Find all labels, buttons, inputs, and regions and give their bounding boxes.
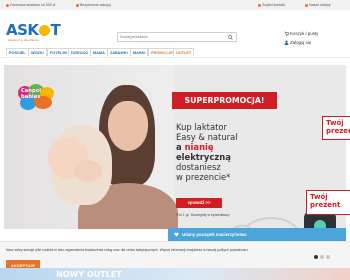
gift-tag: Twój prezent [306,190,350,215]
superpromo-badge: SUPERPROMOCJA! [172,92,277,109]
carousel-dot[interactable] [320,255,324,259]
carousel-dot[interactable] [326,255,330,259]
promo-headline: Kup laktator Easy & natural a nianię ele… [176,122,238,182]
mother-face [108,101,148,151]
main-nav: POŚCIEL WÓZKI FOTELIKI DZIECKO MAMA ZABA… [0,44,350,58]
carousel-dots [314,246,332,264]
next-banner-peek[interactable]: NOWY OUTLET [0,268,350,280]
site-header: ASKT bezpieczny dla dziecka Koszyk / pus… [0,10,350,46]
baby-hand [74,160,102,182]
nav-item-outlet[interactable]: OUTLET [173,48,195,56]
cookie-message: Nasz sklep stosuje pliki cookies w celu … [6,248,249,252]
nav-item-mama[interactable]: MAMA [90,48,108,56]
search-icon [228,34,233,40]
search-input[interactable] [120,33,220,41]
nav-item-wozki[interactable]: WÓZKI [28,48,47,56]
truck-icon [6,3,9,7]
cart-icon [284,32,290,37]
check-offer-button[interactable]: sprawdź >> [176,198,222,208]
top-info-bar: Darmowa dostawa od 300 zł Bezpieczne zak… [0,0,350,10]
nav-item-foteliki[interactable]: FOTELIKI [47,48,71,56]
cart-link[interactable]: Koszyk / pusty [284,31,318,37]
nav-item-poscie[interactable]: POŚCIEL [6,48,29,56]
canpol-babies-logo: Canpol babies [18,84,54,110]
gift-side-label: Twój prezent [322,116,350,140]
search-box [117,32,237,42]
logo[interactable]: ASK T [6,21,61,39]
nav-item-promocje[interactable]: PROMOCJE [148,48,176,56]
stores-link[interactable]: Nasze sklepy [305,3,330,7]
sun-logo-icon [39,25,51,36]
carousel-dot[interactable] [314,255,318,259]
motherhood-strip[interactable]: Udany początek macierzyństwa [168,228,346,241]
logo-tagline: bezpieczny dla dziecka [8,38,39,42]
secure-shopping-info: Bezpieczne zakupy [76,3,111,7]
nav-item-zabawki[interactable]: ZABAWKI [107,48,131,56]
contact-link[interactable]: Szybki kontakt [258,3,285,7]
promo-footnote: *Do 1 gr. Szczegóły w sprzedawcy [176,213,230,217]
location-pin-icon [305,3,308,7]
heart-icon [174,232,179,237]
free-shipping-info: Darmowa dostawa od 300 zł [6,3,55,7]
hero-banner[interactable] [4,65,346,229]
shield-icon [76,3,79,7]
nav-item-dziecko[interactable]: DZIECKO [68,48,92,56]
search-button[interactable] [225,33,236,41]
phone-icon [258,3,261,7]
nav-item-marki[interactable]: MARKI [130,48,149,56]
